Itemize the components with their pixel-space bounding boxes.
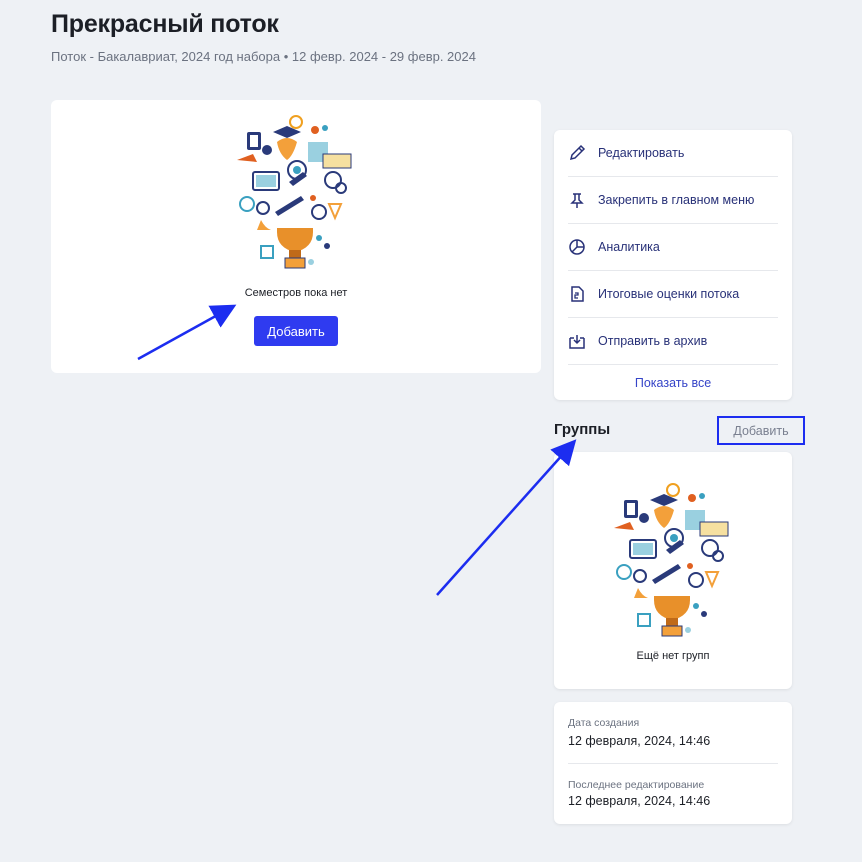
action-label: Аналитика bbox=[598, 240, 660, 254]
pin-icon bbox=[568, 191, 598, 209]
semesters-card: Семестров пока нет Добавить bbox=[51, 100, 541, 373]
groups-card: Ещё нет групп bbox=[554, 452, 792, 689]
pie-chart-icon bbox=[568, 238, 598, 256]
groups-title: Группы bbox=[554, 421, 611, 438]
archive-icon bbox=[568, 332, 598, 350]
education-illustration bbox=[614, 483, 729, 637]
action-final-grades[interactable]: Итоговые оценки потока bbox=[568, 271, 778, 318]
education-illustration bbox=[237, 115, 352, 269]
pencil-icon bbox=[568, 144, 598, 162]
created-label: Дата создания bbox=[568, 717, 640, 729]
action-label: Закрепить в главном меню bbox=[598, 193, 755, 207]
action-edit[interactable]: Редактировать bbox=[568, 130, 778, 177]
action-analytics[interactable]: Аналитика bbox=[568, 224, 778, 271]
show-all-link[interactable]: Показать все bbox=[554, 376, 792, 390]
grade-document-icon bbox=[568, 285, 598, 303]
annotation-arrow bbox=[436, 439, 577, 596]
action-label: Редактировать bbox=[598, 146, 685, 160]
action-label: Итоговые оценки потока bbox=[598, 287, 740, 301]
edited-label: Последнее редактирование bbox=[568, 779, 705, 791]
actions-menu: Редактировать Закрепить в главном меню А… bbox=[554, 130, 792, 400]
page-subtitle: Поток - Бакалавриат, 2024 год набора • 1… bbox=[51, 49, 476, 64]
semesters-empty-text: Семестров пока нет bbox=[244, 287, 348, 299]
groups-empty-text: Ещё нет групп bbox=[636, 650, 710, 662]
action-label: Отправить в архив bbox=[598, 334, 708, 348]
page-title: Прекрасный поток bbox=[51, 10, 279, 38]
action-pin[interactable]: Закрепить в главном меню bbox=[568, 177, 778, 224]
add-group-button[interactable]: Добавить bbox=[717, 416, 805, 445]
created-value: 12 февраля, 2024, 14:46 bbox=[568, 734, 711, 748]
edited-value: 12 февраля, 2024, 14:46 bbox=[568, 794, 711, 808]
meta-card: Дата создания 12 февраля, 2024, 14:46 По… bbox=[554, 702, 792, 824]
divider bbox=[568, 763, 778, 764]
action-archive[interactable]: Отправить в архив bbox=[568, 318, 778, 365]
add-semester-button[interactable]: Добавить bbox=[254, 316, 338, 346]
